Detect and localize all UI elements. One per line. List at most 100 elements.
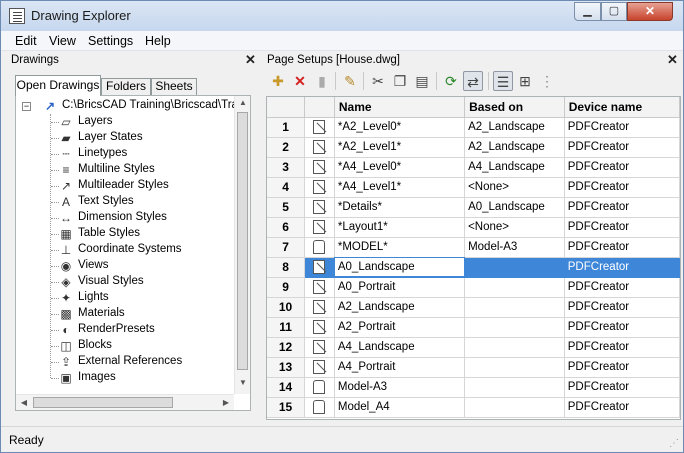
device-name-cell[interactable]: PDFCreator — [564, 377, 680, 398]
name-cell[interactable]: *MODEL* — [334, 237, 466, 258]
tree-item-table-styles[interactable]: ▦ Table Styles — [58, 226, 233, 242]
device-name-cell[interactable]: PDFCreator — [564, 397, 680, 418]
table-row[interactable]: 6 *Layout1* <None> PDFCreator — [267, 217, 680, 238]
tree-item-linetypes[interactable]: ┄ Linetypes — [58, 146, 233, 162]
name-cell[interactable]: *A2_Level1* — [334, 137, 466, 158]
column-header-device-name[interactable]: Device name — [564, 97, 680, 118]
device-name-cell[interactable]: PDFCreator — [564, 217, 680, 238]
table-row[interactable]: 9 A0_Portrait PDFCreator — [267, 277, 680, 298]
tree-item-dimension-styles[interactable]: ↔ Dimension Styles — [58, 210, 233, 226]
tree-item-visual-styles[interactable]: ◈ Visual Styles — [58, 274, 233, 290]
scroll-left-icon[interactable]: ◀ — [16, 398, 32, 407]
based-on-cell[interactable] — [464, 297, 565, 318]
maximize-button[interactable]: ▢ — [601, 2, 627, 21]
device-name-cell[interactable]: PDFCreator — [564, 277, 680, 298]
page-setups-panel-close-button[interactable]: ✕ — [667, 53, 678, 67]
scroll-right-icon[interactable]: ▶ — [218, 398, 234, 407]
device-name-cell[interactable]: PDFCreator — [564, 237, 680, 258]
copy-button[interactable]: ❐ — [390, 71, 410, 91]
based-on-cell[interactable]: <None> — [464, 177, 565, 198]
tree-vertical-scrollbar[interactable]: ▲ ▼ — [234, 96, 250, 394]
tab-folders[interactable]: Folders — [101, 78, 151, 95]
regenerate-button[interactable]: ⟳ — [441, 71, 461, 91]
tree-item-text-styles[interactable]: A Text Styles — [58, 194, 233, 210]
scroll-up-icon[interactable]: ▲ — [235, 98, 251, 107]
based-on-cell[interactable] — [464, 317, 565, 338]
based-on-cell[interactable]: <None> — [464, 217, 565, 238]
purge-button[interactable]: ▮ — [312, 71, 332, 91]
delete-button[interactable]: ✕ — [290, 71, 310, 91]
menu-settings[interactable]: Settings — [88, 34, 133, 48]
details-view-button[interactable]: ☰ — [493, 71, 513, 91]
table-row[interactable]: 7 *MODEL* Model-A3 PDFCreator — [267, 237, 680, 258]
paste-button[interactable]: ▤ — [412, 71, 432, 91]
table-row[interactable]: 8 A0_Landscape PDFCreator — [267, 257, 680, 278]
name-cell[interactable]: *A4_Level0* — [334, 157, 466, 178]
name-cell[interactable]: A0_Portrait — [334, 277, 466, 298]
based-on-cell[interactable] — [464, 337, 565, 358]
collapse-toggle[interactable]: − — [22, 102, 31, 111]
tree-item-images[interactable]: ▣ Images — [58, 370, 233, 386]
new-button[interactable]: ✚ — [268, 71, 288, 91]
tree-item-views[interactable]: ◉ Views — [58, 258, 233, 274]
based-on-cell[interactable] — [464, 357, 565, 378]
table-row[interactable]: 11 A2_Portrait PDFCreator — [267, 317, 680, 338]
tree-item-lights[interactable]: ✦ Lights — [58, 290, 233, 306]
name-cell[interactable]: A2_Landscape — [334, 297, 466, 318]
tree-root-drawing[interactable]: ↗ C:\BricsCAD Training\Bricscad\Tra — [42, 98, 242, 114]
based-on-cell[interactable] — [464, 277, 565, 298]
tab-sheets[interactable]: Sheets — [151, 78, 197, 95]
scroll-down-icon[interactable]: ▼ — [235, 378, 251, 387]
table-row[interactable]: 15 Model_A4 PDFCreator — [267, 397, 680, 418]
name-cell[interactable]: A4_Landscape — [334, 337, 466, 358]
cut-button[interactable]: ✂ — [368, 71, 388, 91]
tree-item-render-presets[interactable]: ◐ RenderPresets — [58, 322, 233, 338]
based-on-cell[interactable] — [464, 397, 565, 418]
name-cell[interactable]: *Layout1* — [334, 217, 466, 238]
name-cell[interactable]: A2_Portrait — [334, 317, 466, 338]
tree-item-multileader-styles[interactable]: ↗ Multileader Styles — [58, 178, 233, 194]
table-row[interactable]: 13 A4_Portrait PDFCreator — [267, 357, 680, 378]
menu-help[interactable]: Help — [145, 34, 171, 48]
tree-item-layer-states[interactable]: ▰ Layer States — [58, 130, 233, 146]
menu-view[interactable]: View — [49, 34, 76, 48]
based-on-cell[interactable]: A0_Landscape — [464, 197, 565, 218]
column-header-name[interactable]: Name — [334, 97, 466, 118]
table-row[interactable]: 3 *A4_Level0* A4_Landscape PDFCreator — [267, 157, 680, 178]
tree-item-materials[interactable]: ▩ Materials — [58, 306, 233, 322]
based-on-cell[interactable]: A2_Landscape — [464, 117, 565, 138]
tree-item-layers[interactable]: ▱ Layers — [58, 114, 233, 130]
based-on-cell[interactable]: A4_Landscape — [464, 157, 565, 178]
based-on-cell[interactable]: Model-A3 — [464, 237, 565, 258]
tab-open-drawings[interactable]: Open Drawings — [15, 75, 101, 96]
large-icons-view-button[interactable]: ⊞ — [515, 71, 535, 91]
drawings-panel-close-button[interactable]: ✕ — [245, 53, 256, 67]
tree-item-coordinate-systems[interactable]: ⊥ Coordinate Systems — [58, 242, 233, 258]
device-name-cell[interactable]: PDFCreator — [564, 257, 680, 278]
based-on-cell[interactable] — [464, 377, 565, 398]
based-on-cell[interactable] — [464, 257, 565, 278]
close-button[interactable]: ✕ — [627, 2, 673, 21]
device-name-cell[interactable]: PDFCreator — [564, 357, 680, 378]
tree-view-button[interactable]: ⋮ — [537, 71, 557, 91]
tree-vertical-scroll-thumb[interactable] — [237, 112, 248, 370]
name-cell[interactable]: A0_Landscape — [334, 257, 466, 278]
name-cell[interactable]: Model-A3 — [334, 377, 466, 398]
name-cell[interactable]: *A4_Level1* — [334, 177, 466, 198]
tree-horizontal-scrollbar[interactable]: ◀ ▶ — [16, 394, 234, 410]
device-name-cell[interactable]: PDFCreator — [564, 137, 680, 158]
table-row[interactable]: 14 Model-A3 PDFCreator — [267, 377, 680, 398]
resize-grip-icon[interactable]: ⋰ — [669, 438, 679, 449]
table-row[interactable]: 1 *A2_Level0* A2_Landscape PDFCreator — [267, 117, 680, 138]
tree-item-multiline-styles[interactable]: ≡ Multiline Styles — [58, 162, 233, 178]
device-name-cell[interactable]: PDFCreator — [564, 317, 680, 338]
sync-button[interactable]: ⇄ — [463, 71, 483, 91]
table-row[interactable]: 12 A4_Landscape PDFCreator — [267, 337, 680, 358]
edit-button[interactable]: ✎ — [340, 71, 360, 91]
minimize-button[interactable]: ▁ — [574, 2, 601, 21]
based-on-cell[interactable]: A2_Landscape — [464, 137, 565, 158]
tree-horizontal-scroll-thumb[interactable] — [33, 397, 173, 408]
name-cell[interactable]: Model_A4 — [334, 397, 466, 418]
device-name-cell[interactable]: PDFCreator — [564, 117, 680, 138]
device-name-cell[interactable]: PDFCreator — [564, 157, 680, 178]
